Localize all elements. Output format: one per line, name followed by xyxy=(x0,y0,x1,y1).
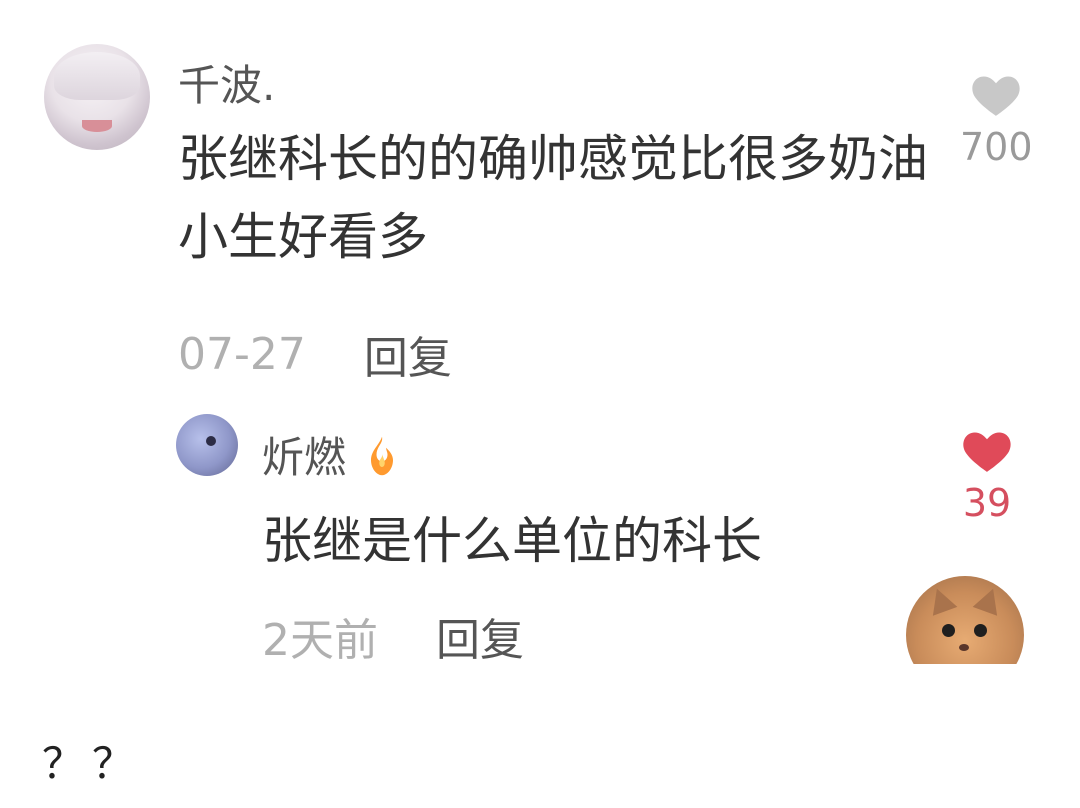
comment-time: 07-27 xyxy=(178,328,306,380)
avatar-mouth xyxy=(82,120,112,132)
reply-to-reply-button[interactable]: 回复 xyxy=(436,604,524,664)
caption-text: ？？ xyxy=(42,739,143,788)
comment-text: 张继科长的的确帅感觉比很多奶油小生好看多 xyxy=(178,130,928,266)
reply-name-text: 炘燃 xyxy=(262,433,347,482)
reply-avatar[interactable] xyxy=(176,414,238,476)
reply-time: 2天前 xyxy=(262,615,378,664)
cat-ear xyxy=(924,584,958,616)
comment-like[interactable]: 700 xyxy=(960,70,1033,166)
reply-text: 张继是什么单位的科长 xyxy=(262,512,762,570)
reply-like[interactable]: 39 xyxy=(960,426,1014,522)
heart-icon[interactable] xyxy=(960,426,1014,474)
fire-icon xyxy=(365,434,399,488)
like-count: 39 xyxy=(962,481,1012,525)
cat-nose xyxy=(959,644,969,651)
reply-meta: 2天前 回复 xyxy=(262,604,524,664)
heart-icon[interactable] xyxy=(969,70,1023,118)
commenter-name[interactable]: 千波. xyxy=(178,52,275,113)
comment-thread: 千波. 张继科长的的确帅感觉比很多奶油小生好看多 07-27 回复 700 炘燃… xyxy=(30,14,1040,664)
reply-button[interactable]: 回复 xyxy=(364,322,452,386)
cat-eye xyxy=(974,624,987,637)
avatar-hair xyxy=(54,52,140,100)
cat-ear xyxy=(972,584,1006,616)
reply-name[interactable]: 炘燃 xyxy=(262,424,399,488)
avatar-dot xyxy=(206,436,216,446)
commenter-avatar[interactable] xyxy=(44,44,150,150)
like-count: 700 xyxy=(960,125,1033,169)
cat-avatar[interactable] xyxy=(906,576,1024,664)
cat-eye xyxy=(942,624,955,637)
comment-meta: 07-27 回复 xyxy=(178,322,452,386)
